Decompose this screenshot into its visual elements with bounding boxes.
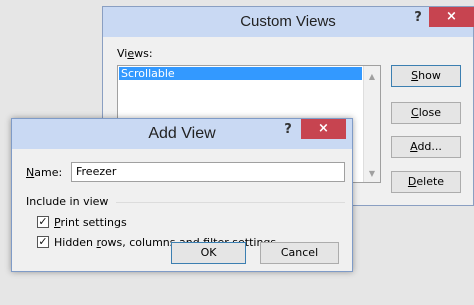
views-scrollbar[interactable]: ▲ ▼ xyxy=(363,66,380,182)
hidden-rows-checkbox[interactable]: ✓ xyxy=(37,236,49,248)
cancel-button[interactable]: Cancel xyxy=(260,242,339,264)
scroll-up-icon[interactable]: ▲ xyxy=(364,72,380,81)
show-button[interactable]: Show xyxy=(391,65,461,87)
close-button[interactable]: Close xyxy=(391,102,461,124)
print-settings-label: Print settings xyxy=(54,216,127,229)
name-input[interactable]: Freezer xyxy=(71,162,345,182)
delete-button[interactable]: Delete xyxy=(391,171,461,193)
help-icon[interactable]: ? xyxy=(408,7,428,29)
print-settings-checkbox[interactable]: ✓ xyxy=(37,216,49,228)
views-label: Views: xyxy=(117,47,153,60)
help-icon[interactable]: ? xyxy=(278,119,298,141)
name-label: Name: xyxy=(26,166,63,179)
close-icon[interactable]: × xyxy=(429,7,474,27)
list-item[interactable]: Scrollable xyxy=(119,67,362,80)
include-group-label: Include in view xyxy=(26,195,109,208)
add-view-dialog: Add View ? × Name: Freezer Include in vi… xyxy=(11,118,353,272)
group-divider xyxy=(116,202,345,203)
ok-button[interactable]: OK xyxy=(171,242,246,264)
scroll-down-icon[interactable]: ▼ xyxy=(364,169,380,178)
add-button[interactable]: Add... xyxy=(391,136,461,158)
close-icon[interactable]: × xyxy=(301,119,346,139)
